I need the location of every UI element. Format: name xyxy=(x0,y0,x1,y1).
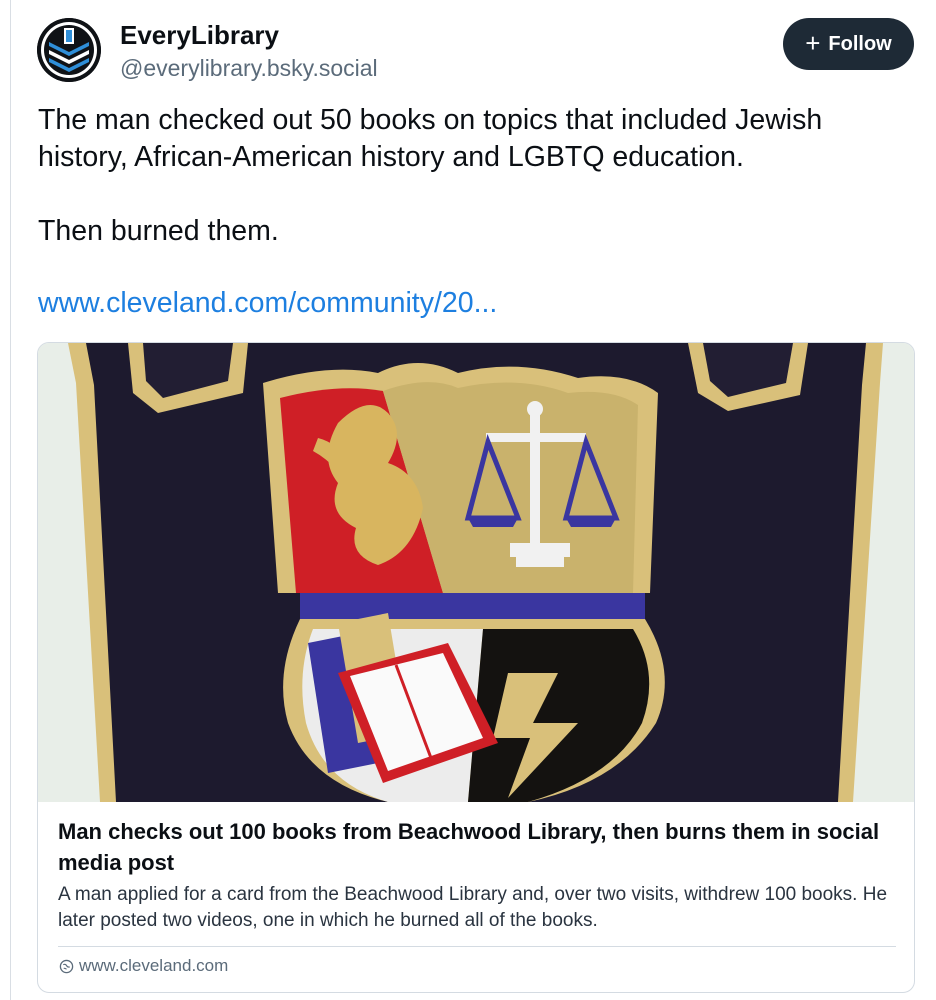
plus-icon: + xyxy=(805,28,821,58)
post-paragraph-1: The man checked out 50 books on topics t… xyxy=(38,104,823,173)
link-card-image xyxy=(38,343,914,802)
author-display-name[interactable]: EveryLibrary xyxy=(120,20,279,51)
follow-button[interactable]: + Follow xyxy=(783,18,914,70)
author-handle[interactable]: @everylibrary.bsky.social xyxy=(120,55,378,82)
globe-icon xyxy=(59,959,74,973)
avatar[interactable] xyxy=(37,18,101,82)
follow-button-label: Follow xyxy=(828,32,892,55)
library-patch-image-icon xyxy=(38,343,914,802)
post-header: EveryLibrary @everylibrary.bsky.social +… xyxy=(37,18,914,84)
post-link[interactable]: www.cleveland.com/community/20... xyxy=(38,287,497,320)
link-card-divider xyxy=(58,946,896,947)
link-card-source-domain: www.cleveland.com xyxy=(79,956,229,975)
post-body: The man checked out 50 books on topics t… xyxy=(38,102,908,250)
thread-rule xyxy=(10,0,11,1000)
link-card-title[interactable]: Man checks out 100 books from Beachwood … xyxy=(58,816,888,878)
everylibrary-logo-icon xyxy=(37,18,101,82)
link-card[interactable]: Man checks out 100 books from Beachwood … xyxy=(37,342,915,993)
link-card-source: www.cleveland.com xyxy=(59,956,228,976)
post-paragraph-2: Then burned them. xyxy=(38,215,279,247)
link-card-description: A man applied for a card from the Beachw… xyxy=(58,884,888,931)
